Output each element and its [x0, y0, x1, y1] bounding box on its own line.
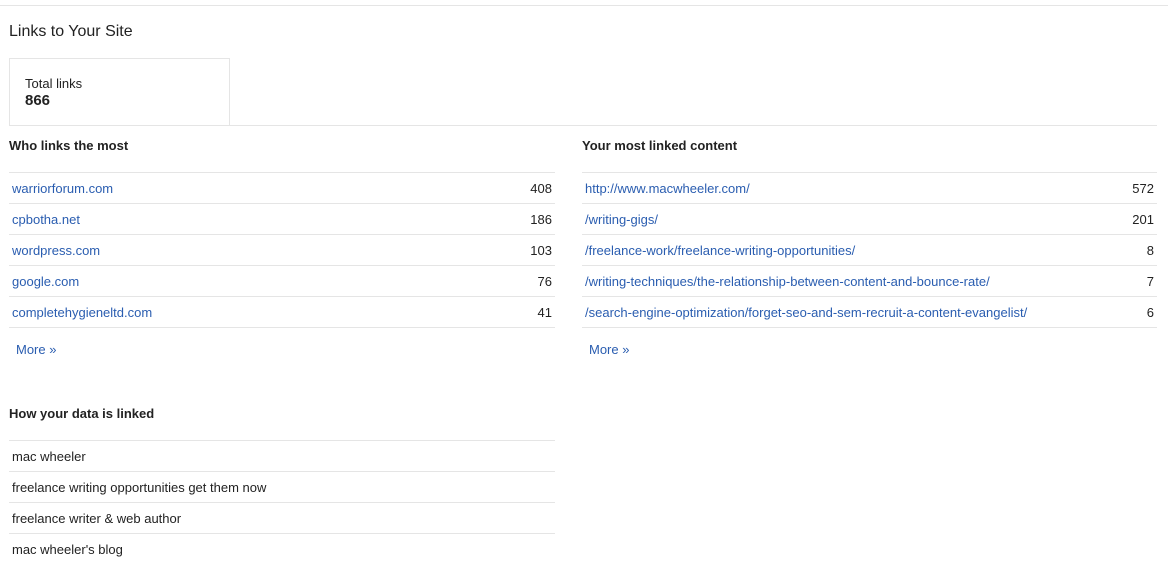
link-count: 7: [1146, 273, 1154, 289]
list-item: mac wheeler: [9, 441, 555, 472]
list-item: completehygieneltd.com 41: [9, 297, 555, 328]
linked-content-title: Your most linked content: [582, 138, 738, 153]
link-count: 572: [1132, 180, 1154, 196]
content-link[interactable]: /writing-techniques/the-relationship-bet…: [585, 274, 990, 289]
anchor-text: freelance writer & web author: [12, 510, 182, 526]
page-title: Links to Your Site: [9, 23, 133, 40]
total-links-value: 866: [25, 92, 51, 109]
data-linked-title: How your data is linked: [9, 406, 155, 421]
link-count: 103: [530, 242, 552, 258]
list-item: wordpress.com 103: [9, 235, 555, 266]
content-link[interactable]: /freelance-work/freelance-writing-opport…: [585, 243, 855, 258]
list-item: /writing-gigs/ 201: [582, 204, 1157, 235]
link-count: 408: [530, 180, 552, 196]
list-item: /freelance-work/freelance-writing-opport…: [582, 235, 1157, 266]
link-count: 76: [537, 273, 552, 289]
anchor-text: mac wheeler's blog: [12, 541, 123, 557]
link-count: 8: [1146, 242, 1154, 258]
link-count: 201: [1132, 211, 1154, 227]
data-linked-section: How your data is linked mac wheeler free…: [9, 393, 555, 564]
list-item: google.com 76: [9, 266, 555, 297]
linked-content-section: Your most linked content http://www.macw…: [582, 125, 1157, 357]
link-count: 186: [530, 211, 552, 227]
content-link[interactable]: /writing-gigs/: [585, 212, 658, 227]
list-item: freelance writing opportunities get them…: [9, 472, 555, 503]
domain-link[interactable]: cpbotha.net: [12, 212, 80, 227]
who-links-list: warriorforum.com 408 cpbotha.net 186 wor…: [9, 172, 555, 328]
who-links-more-link[interactable]: More »: [16, 342, 56, 357]
data-linked-list: mac wheeler freelance writing opportunit…: [9, 440, 555, 564]
content-link[interactable]: /search-engine-optimization/forget-seo-a…: [585, 305, 1027, 320]
list-item: http://www.macwheeler.com/ 572: [582, 173, 1157, 204]
total-links-label: Total links: [25, 76, 83, 91]
anchor-text: freelance writing opportunities get them…: [12, 479, 267, 495]
who-links-section: Who links the most warriorforum.com 408 …: [9, 125, 555, 357]
list-item: freelance writer & web author: [9, 503, 555, 534]
content-link[interactable]: http://www.macwheeler.com/: [585, 181, 750, 196]
domain-link[interactable]: google.com: [12, 274, 79, 289]
list-item: cpbotha.net 186: [9, 204, 555, 235]
link-count: 41: [537, 304, 552, 320]
list-item: /search-engine-optimization/forget-seo-a…: [582, 297, 1157, 328]
anchor-text: mac wheeler: [12, 448, 86, 464]
list-item: mac wheeler's blog: [9, 534, 555, 564]
list-item: warriorforum.com 408: [9, 173, 555, 204]
total-links-card: Total links 866: [9, 58, 230, 125]
who-links-title: Who links the most: [9, 138, 129, 153]
list-item: /writing-techniques/the-relationship-bet…: [582, 266, 1157, 297]
domain-link[interactable]: completehygieneltd.com: [12, 305, 152, 320]
top-divider: [0, 5, 1168, 6]
linked-content-list: http://www.macwheeler.com/ 572 /writing-…: [582, 172, 1157, 328]
domain-link[interactable]: warriorforum.com: [12, 181, 113, 196]
link-count: 6: [1146, 304, 1154, 320]
linked-content-more-link[interactable]: More »: [589, 342, 629, 357]
domain-link[interactable]: wordpress.com: [12, 243, 100, 258]
